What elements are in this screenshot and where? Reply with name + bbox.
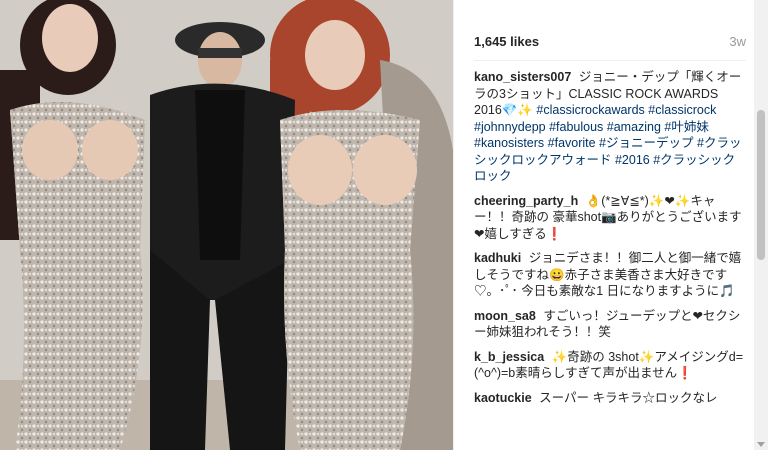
separator: [474, 60, 746, 61]
post-photo[interactable]: [0, 0, 453, 450]
likes-count[interactable]: 1,645 likes: [474, 34, 539, 49]
photo-illustration: [0, 0, 453, 450]
caption-username[interactable]: kano_sisters007: [474, 70, 571, 84]
comment-username[interactable]: moon_sa8: [474, 309, 536, 323]
comment-item: cheering_party_h 👌(*≧∀≦*)✨❤✨キャー！！奇跡の 豪華s…: [474, 193, 744, 243]
scrollbar-thumb[interactable]: [757, 110, 765, 260]
comment-username[interactable]: kaotuckie: [474, 391, 532, 405]
scroll-down-arrow-icon[interactable]: [757, 442, 765, 447]
comment-username[interactable]: k_b_jessica: [474, 350, 544, 364]
comment-item: kadhuki ジョニデさま！！御二人と御一緒で嬉しそうですね😀赤子さま美香さま…: [474, 250, 744, 300]
comment-item: k_b_jessica ✨奇跡の 3shot✨アメイジングd=(^o^)=b素晴…: [474, 349, 744, 382]
caption: kano_sisters007 ジョニー・デップ「輝くオーラの3ショット」CLA…: [474, 69, 744, 185]
likes-row: 1,645 likes 3w: [474, 30, 746, 52]
comment-item: kaotuckie スーパー キラキラ☆ロックなレ: [474, 390, 744, 407]
comment-list: kano_sisters007 ジョニー・デップ「輝くオーラの3ショット」CLA…: [474, 69, 744, 414]
comment-item: moon_sa8 すごいっ！ジューデップと❤セクシー姉妹狙われそう！！笑: [474, 308, 744, 341]
comment-username[interactable]: cheering_party_h: [474, 194, 578, 208]
comment-text: スーパー キラキラ☆ロックなレ: [539, 390, 718, 405]
post-details-panel: 1,645 likes 3w kano_sisters007 ジョニー・デップ「…: [454, 0, 768, 450]
post-age[interactable]: 3w: [729, 34, 746, 49]
comment-username[interactable]: kadhuki: [474, 251, 521, 265]
comments-scrollbar[interactable]: [754, 0, 768, 450]
